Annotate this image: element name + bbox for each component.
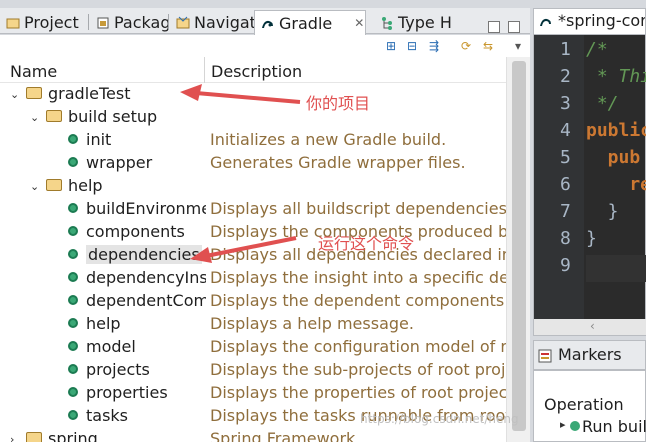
- annotation-arrow-command: [205, 236, 297, 258]
- markers-tab-label: Markers: [558, 345, 622, 364]
- line-number: 6: [560, 174, 571, 195]
- code-area[interactable]: /* * This */ public pub re }}: [586, 35, 646, 335]
- annotation-command-label: 运行这个命令: [318, 234, 415, 253]
- code-line: [586, 255, 646, 282]
- run-status-icon: [570, 421, 580, 431]
- line-number: 9: [560, 255, 571, 276]
- markers-tab[interactable]: Markers: [533, 340, 646, 370]
- gradle-file-icon: [539, 14, 553, 28]
- line-number-gutter: 1 2 3 4 5 6 7 8 9: [534, 35, 584, 335]
- code-line: /*: [586, 39, 608, 60]
- operation-row[interactable]: Run build: [582, 417, 646, 436]
- annotation-arrow-project-head: [180, 84, 202, 101]
- line-number: 5: [560, 147, 571, 168]
- code-line: pub: [586, 147, 641, 168]
- code-line: public: [586, 120, 646, 141]
- scroll-left-icon[interactable]: ‹: [590, 319, 595, 333]
- horizontal-scrollbar[interactable]: ‹: [534, 319, 646, 335]
- operation-column-header[interactable]: Operation: [544, 395, 624, 414]
- code-line: * This: [596, 66, 646, 87]
- annotation-project-label: 你的项目: [306, 94, 371, 113]
- annotation-arrow-command-head: [190, 247, 212, 263]
- line-number: 1: [560, 39, 571, 60]
- code-line: */: [586, 93, 619, 114]
- bottom-panel: Operation ▸ Run build: [533, 370, 646, 442]
- line-number: 4: [560, 120, 571, 141]
- code-editor[interactable]: 1 2 3 4 5 6 7 8 9 /* * This */ public pub re }} ‹: [533, 34, 646, 336]
- code-line: }: [586, 201, 619, 222]
- annotation-arrow-project: [195, 91, 301, 104]
- line-number: 7: [560, 201, 571, 222]
- line-number: 3: [560, 93, 571, 114]
- watermark: https://blog.csdn.net/heng: [360, 412, 519, 426]
- expand-icon[interactable]: ▸: [560, 418, 566, 431]
- right-pane: *spring-core 1 2 3 4 5 6 7 8 9 /* * This */ publi…: [533, 8, 646, 442]
- markers-icon: [538, 348, 552, 363]
- code-line: }: [586, 228, 597, 249]
- editor-tab-label: *spring-core: [558, 11, 646, 30]
- line-number: 8: [560, 228, 571, 249]
- line-number: 2: [560, 66, 571, 87]
- code-line: re: [586, 174, 646, 195]
- editor-tab[interactable]: *spring-core: [533, 8, 646, 34]
